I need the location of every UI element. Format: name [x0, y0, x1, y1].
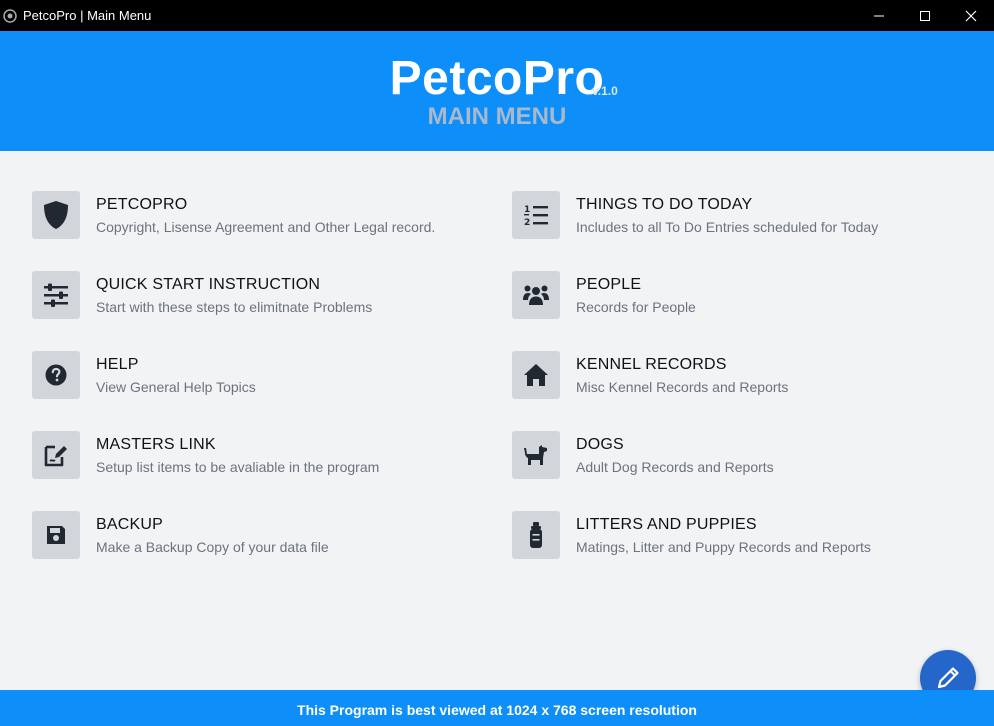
maximize-icon: [920, 10, 930, 21]
menu-item-label: PEOPLE: [576, 276, 642, 293]
house-icon: [512, 351, 560, 399]
version-label: v.1.0: [592, 84, 618, 98]
minimize-icon: [874, 15, 884, 16]
menu-item-description: Records for People: [576, 299, 696, 315]
sliders-icon: [32, 271, 80, 319]
menu-item-label: DOGS: [576, 436, 624, 453]
minimize-button[interactable]: [856, 0, 902, 31]
menu-item-litters-and-puppies[interactable]: LITTERS AND PUPPIES Matings, Litter and …: [512, 511, 952, 559]
question-circle-icon: [32, 351, 80, 399]
menu-item-backup[interactable]: BACKUP Make a Backup Copy of your data f…: [32, 511, 472, 559]
menu-item-kennel-records[interactable]: KENNEL RECORDS Misc Kennel Records and R…: [512, 351, 952, 399]
svg-text:2: 2: [524, 218, 530, 227]
menu-item-people[interactable]: PEOPLE Records for People: [512, 271, 952, 319]
menu-item-label: PETCOPRO: [96, 196, 188, 213]
maximize-button[interactable]: [902, 0, 948, 31]
menu-item-label: BACKUP: [96, 516, 163, 533]
menu-item-description: Adult Dog Records and Reports: [576, 459, 774, 475]
footer-text: This Program is best viewed at 1024 x 76…: [297, 702, 697, 718]
menu-item-masters-link[interactable]: MASTERS LINK Setup list items to be aval…: [32, 431, 472, 479]
close-icon: [965, 10, 977, 21]
people-group-icon: [512, 271, 560, 319]
menu-item-description: Make a Backup Copy of your data file: [96, 539, 329, 555]
window-title: PetcoPro | Main Menu: [23, 8, 152, 23]
menu-item-label: THINGS TO DO TODAY: [576, 196, 753, 213]
page-subtitle: MAIN MENU: [427, 103, 567, 130]
menu-item-help[interactable]: HELP View General Help Topics: [32, 351, 472, 399]
svg-text:1: 1: [524, 205, 530, 215]
footer-banner: This Program is best viewed at 1024 x 76…: [0, 690, 994, 726]
ordered-list-icon: 1 2: [512, 191, 560, 239]
menu-item-label: QUICK START INSTRUCTION: [96, 276, 321, 293]
app-icon: [2, 8, 18, 24]
menu-item-label: MASTERS LINK: [96, 436, 216, 453]
dog-icon: [512, 431, 560, 479]
menu-item-description: View General Help Topics: [96, 379, 256, 395]
shield-icon: [32, 191, 80, 239]
edit-document-icon: [32, 431, 80, 479]
menu-item-petcopro[interactable]: PETCOPRO Copyright, Lisense Agreement an…: [32, 191, 472, 239]
menu-item-things-to-do-today[interactable]: 1 2 THINGS TO DO TODAY Includes to all T…: [512, 191, 952, 239]
menu-item-label: KENNEL RECORDS: [576, 356, 727, 373]
menu-item-description: Matings, Litter and Puppy Records and Re…: [576, 539, 871, 555]
app-name: PetcoPro: [389, 52, 605, 105]
header-banner: PetcoPro v.1.0 MAIN MENU: [0, 31, 994, 151]
menu-item-description: Includes to all To Do Entries scheduled …: [576, 219, 879, 235]
menu-item-quick-start-instruction[interactable]: QUICK START INSTRUCTION Start with these…: [32, 271, 472, 319]
menu-item-label: HELP: [96, 356, 139, 373]
menu-item-description: Start with these steps to elimitnate Pro…: [96, 299, 373, 315]
window-title-bar: PetcoPro | Main Menu: [0, 0, 994, 31]
menu-item-label: LITTERS AND PUPPIES: [576, 516, 757, 533]
menu-item-dogs[interactable]: DOGS Adult Dog Records and Reports: [512, 431, 952, 479]
menu-item-description: Setup list items to be avaliable in the …: [96, 459, 380, 475]
pencil-icon: [937, 667, 959, 689]
menu-item-description: Misc Kennel Records and Reports: [576, 379, 789, 395]
close-button[interactable]: [948, 0, 994, 31]
baby-bottle-icon: [512, 511, 560, 559]
floppy-disk-icon: [32, 511, 80, 559]
menu-item-description: Copyright, Lisense Agreement and Other L…: [96, 219, 436, 235]
